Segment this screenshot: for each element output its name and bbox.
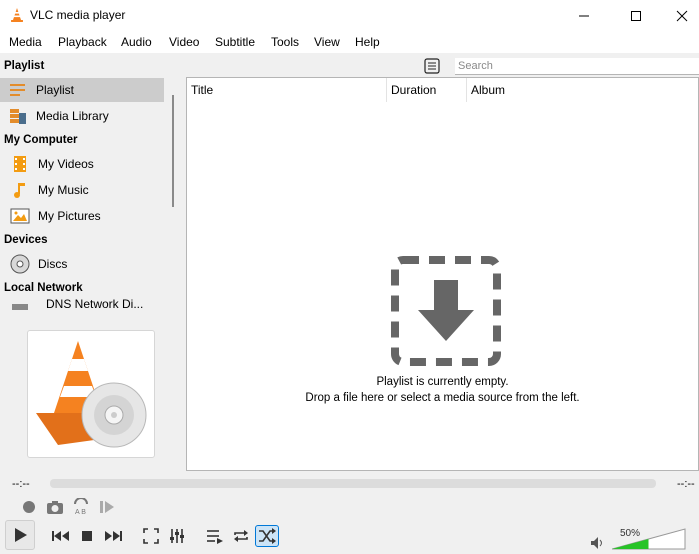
sidebar-item-media-library[interactable]: Media Library	[0, 104, 164, 128]
search-input[interactable]: Search	[455, 58, 699, 75]
record-button[interactable]	[17, 496, 41, 518]
media-library-icon	[8, 106, 28, 126]
menu-subtitle[interactable]: Subtitle	[215, 35, 255, 49]
equalizer-icon	[170, 529, 184, 543]
sidebar-item-label: Playlist	[36, 83, 75, 97]
playlist-view[interactable]: Title Duration Album Playlist is current…	[186, 77, 699, 471]
shuffle-button[interactable]	[255, 525, 279, 547]
sidebar-item-label: My Pictures	[38, 209, 101, 223]
seek-slider[interactable]	[50, 479, 656, 488]
section-header-playlist: Playlist	[4, 60, 45, 72]
album-art	[27, 330, 155, 458]
menu-tools[interactable]: Tools	[271, 35, 299, 49]
volume-slider[interactable]	[612, 528, 686, 550]
menu-media[interactable]: Media	[9, 35, 42, 49]
play-button[interactable]	[5, 520, 35, 550]
toggle-playlist-button[interactable]	[203, 525, 227, 547]
menu-video[interactable]: Video	[169, 35, 199, 49]
section-header-devices: Devices	[4, 234, 48, 246]
film-icon	[10, 154, 30, 174]
frame-step-icon	[100, 501, 114, 513]
empty-message: Playlist is currently empty.	[376, 376, 509, 388]
music-note-icon	[10, 180, 30, 200]
fullscreen-button[interactable]	[139, 525, 163, 547]
previous-button[interactable]	[49, 525, 73, 547]
next-button[interactable]	[101, 525, 125, 547]
close-button[interactable]	[659, 0, 699, 31]
sidebar-item-dns-network[interactable]: DNS Network Di...	[0, 298, 172, 310]
column-header-duration[interactable]: Duration	[387, 78, 467, 102]
previous-icon	[52, 531, 69, 541]
menu-bar: Media Playback Audio Video Subtitle Tool…	[0, 31, 699, 53]
volume-icon[interactable]	[590, 536, 604, 553]
maximize-button[interactable]	[613, 0, 659, 31]
playlist-toggle-icon	[207, 530, 223, 544]
playlist-view-button[interactable]	[423, 57, 443, 75]
sidebar-item-label: DNS Network Di...	[46, 298, 144, 310]
sidebar-scrollbar[interactable]	[172, 95, 174, 207]
column-header-album[interactable]: Album	[467, 78, 699, 102]
empty-hint: Drop a file here or select a media sourc…	[305, 392, 580, 404]
shuffle-icon	[259, 528, 276, 544]
picture-icon	[10, 206, 30, 226]
sidebar-clip: DNS Network Di...	[0, 298, 172, 310]
next-icon	[105, 531, 122, 541]
minimize-button[interactable]	[561, 0, 607, 31]
minimize-icon	[579, 15, 589, 16]
svg-text:A B: A B	[75, 509, 86, 516]
sidebar-item-my-music[interactable]: My Music	[0, 178, 164, 202]
network-icon	[10, 298, 30, 310]
playlist-icon	[8, 80, 28, 100]
menu-playback[interactable]: Playback	[58, 35, 107, 49]
sidebar-item-label: My Videos	[38, 157, 94, 171]
menu-view[interactable]: View	[314, 35, 340, 49]
fullscreen-icon	[143, 528, 159, 544]
sidebar-item-my-pictures[interactable]: My Pictures	[0, 204, 164, 228]
title-bar: VLC media player	[0, 0, 699, 31]
play-icon	[15, 528, 27, 542]
drop-target-icon	[391, 256, 501, 366]
close-icon	[676, 10, 688, 21]
remaining-time: --:--	[677, 478, 695, 490]
record-icon	[23, 501, 35, 513]
maximize-icon	[631, 10, 641, 21]
vlc-logo-icon	[36, 341, 147, 448]
frame-step-button[interactable]	[95, 496, 119, 518]
stop-icon	[82, 531, 92, 541]
menu-help[interactable]: Help	[355, 35, 380, 49]
section-header-local-network: Local Network	[4, 282, 83, 294]
sidebar-item-my-videos[interactable]: My Videos	[0, 152, 164, 176]
elapsed-time: --:--	[12, 478, 30, 490]
stop-button[interactable]	[75, 525, 99, 547]
ab-loop-icon: A B	[74, 498, 88, 516]
menu-audio[interactable]: Audio	[121, 35, 152, 49]
list-view-icon	[424, 58, 440, 74]
camera-icon	[47, 501, 63, 514]
window-title: VLC media player	[30, 8, 126, 22]
section-header-my-computer: My Computer	[4, 134, 78, 146]
sidebar-item-playlist[interactable]: Playlist	[0, 78, 164, 102]
sidebar-item-label: My Music	[38, 183, 89, 197]
loop-button[interactable]	[229, 525, 253, 547]
vlc-cone-icon	[9, 7, 25, 23]
disc-icon	[10, 254, 30, 274]
sidebar-item-label: Discs	[38, 257, 68, 271]
column-header-title[interactable]: Title	[187, 78, 387, 102]
ab-loop-button[interactable]: A B	[69, 496, 93, 518]
snapshot-button[interactable]	[43, 496, 67, 518]
loop-icon	[234, 530, 248, 542]
extended-settings-button[interactable]	[165, 525, 189, 547]
sidebar-item-label: Media Library	[36, 109, 109, 123]
sidebar-item-discs[interactable]: Discs	[0, 252, 164, 276]
